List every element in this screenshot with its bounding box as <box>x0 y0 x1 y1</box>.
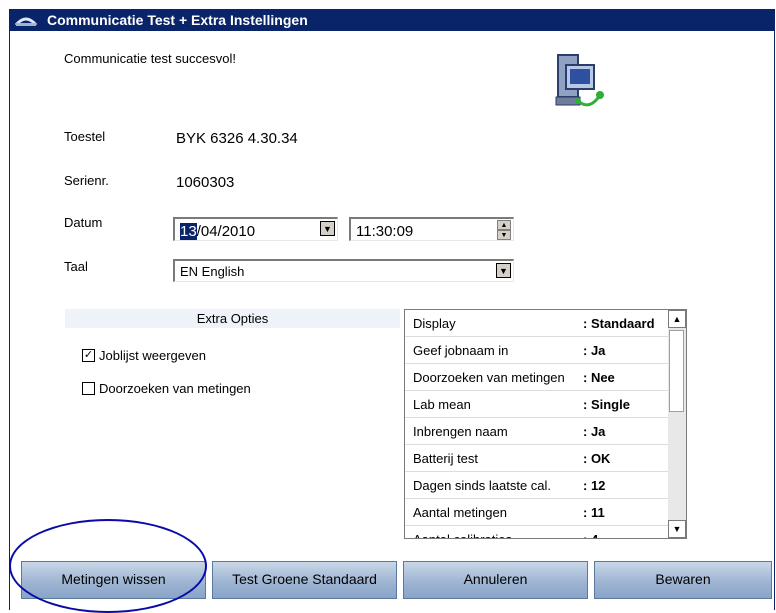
chevron-down-icon[interactable]: ▼ <box>320 221 335 236</box>
list-item[interactable]: Inbrengen naam : Ja <box>405 418 668 445</box>
list-item-key: Geef jobnaam in <box>413 343 509 358</box>
search-measurements-checkbox-label[interactable]: Doorzoeken van metingen <box>99 381 251 396</box>
list-item-value: : 11 <box>583 505 605 520</box>
list-item[interactable]: Display : Standaard <box>405 310 668 337</box>
list-scrollbar[interactable]: ▲ ▼ <box>668 310 686 538</box>
list-item[interactable]: Aantal metingen : 11 <box>405 499 668 526</box>
list-item-value: : OK <box>583 451 611 466</box>
list-item-key: Doorzoeken van metingen <box>413 370 565 385</box>
joblist-checkbox[interactable]: ✓ <box>82 349 95 362</box>
dialog-window: Communicatie Test + Extra Instellingen C… <box>9 9 775 610</box>
time-value: 11:30:09 <box>356 223 414 240</box>
title-bar[interactable]: Communicatie Test + Extra Instellingen <box>10 9 774 31</box>
window-title: Communicatie Test + Extra Instellingen <box>47 12 308 28</box>
clear-measurements-button[interactable]: Metingen wissen <box>21 561 206 599</box>
list-item[interactable]: Lab mean : Single <box>405 391 668 418</box>
list-item-key: Inbrengen naam <box>413 424 508 439</box>
list-item-key: Batterij test <box>413 451 479 466</box>
list-item-key: Aantal metingen <box>413 505 507 520</box>
list-item-key: Aantal calibraties <box>413 532 512 538</box>
device-value: BYK 6326 4.30.34 <box>176 130 298 147</box>
language-select[interactable]: EN English ▼ <box>173 259 514 282</box>
date-label: Datum <box>64 215 103 230</box>
window-app-icon <box>14 12 38 28</box>
serial-value: 1060303 <box>176 174 235 191</box>
list-item[interactable]: Geef jobnaam in : Ja <box>405 337 668 364</box>
extra-options-header: Extra Opties <box>65 309 400 328</box>
date-day-selected: 13 <box>180 223 197 240</box>
save-button[interactable]: Bewaren <box>594 561 772 599</box>
status-message: Communicatie test succesvol! <box>64 51 236 66</box>
list-item-value: : Standaard <box>583 316 655 331</box>
scroll-up-icon[interactable]: ▲ <box>668 310 686 328</box>
list-item-value: : 4 <box>583 532 669 538</box>
spin-down-icon[interactable]: ▼ <box>497 230 511 240</box>
list-item-key: Display <box>413 316 456 331</box>
list-item[interactable]: Dagen sinds laatste cal. : 12 <box>405 472 668 499</box>
list-item[interactable]: Batterij test : OK <box>405 445 668 472</box>
list-item-value: : Nee <box>583 370 615 385</box>
time-field[interactable]: 11:30:09 ▲ ▼ <box>349 217 514 241</box>
list-item-key: Lab mean <box>413 397 471 412</box>
list-item-value: : Ja <box>583 424 606 439</box>
device-label: Toestel <box>64 129 106 144</box>
test-green-standard-button[interactable]: Test Groene Standaard <box>212 561 397 599</box>
cancel-button[interactable]: Annuleren <box>403 561 588 599</box>
serial-label: Serienr. <box>64 173 109 188</box>
joblist-checkbox-label[interactable]: Joblijst weergeven <box>99 348 206 363</box>
list-item[interactable]: Aantal calibraties : 4 <box>405 526 669 538</box>
list-item-value: : Ja <box>583 343 606 358</box>
chevron-down-icon[interactable]: ▼ <box>496 263 511 278</box>
list-item-value: : Single <box>583 397 630 412</box>
info-listbox[interactable]: Display : Standaard Geef jobnaam in : Ja D… <box>404 309 687 539</box>
list-item[interactable]: Doorzoeken van metingen : Nee <box>405 364 668 391</box>
date-picker[interactable]: 13/04/2010 ▼ <box>173 217 338 241</box>
list-item-key: Dagen sinds laatste cal. <box>413 478 552 493</box>
language-label: Taal <box>64 259 88 274</box>
list-item-value: : 12 <box>583 478 606 493</box>
scroll-down-icon[interactable]: ▼ <box>668 520 686 538</box>
language-value: EN English <box>180 264 245 279</box>
scrollbar-thumb[interactable] <box>669 330 684 412</box>
date-rest: /04/2010 <box>196 223 256 240</box>
computer-network-icon <box>555 54 604 107</box>
search-measurements-checkbox[interactable] <box>82 382 95 395</box>
spin-up-icon[interactable]: ▲ <box>497 220 511 230</box>
